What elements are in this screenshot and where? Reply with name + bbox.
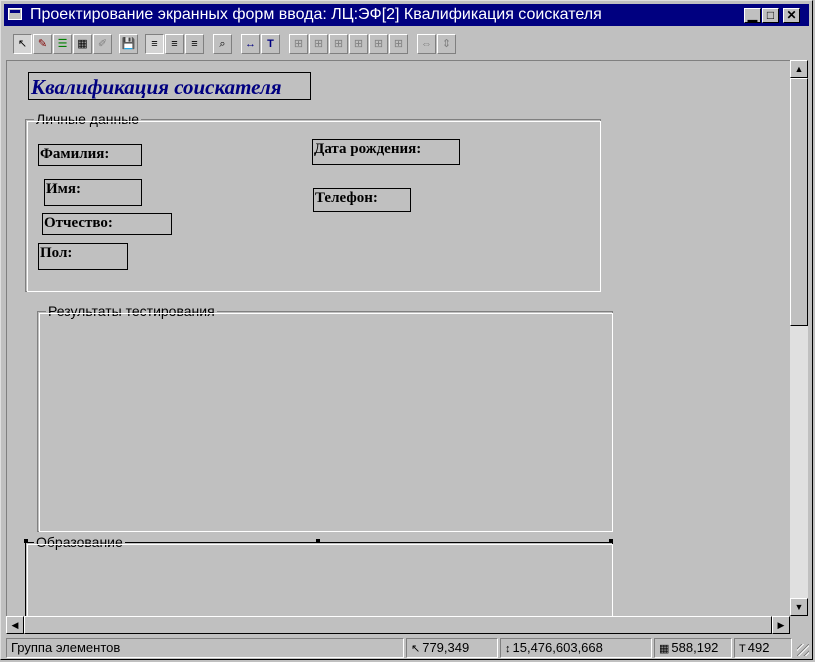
edit-tool-button[interactable]: ✎ (33, 34, 52, 54)
count-pane: T 492 (734, 638, 792, 658)
gender-field[interactable]: Пол: (38, 243, 128, 270)
title-bar[interactable]: Проектирование экранных форм ввода: ЛЦ:Э… (4, 4, 809, 26)
education-legend: Образование (34, 534, 125, 550)
element-count: 492 (747, 640, 770, 655)
toolbar: ↖ ✎ ☰ ▦ ✐ 💾 ≡ ≡ ≡ ⌕ ↔ T ⊞ ⊞ ⊞ ⊞ ⊞ ⊞ ⇔ ⇕ (9, 34, 609, 56)
cursor-icon: ↖ (411, 643, 421, 655)
patronymic-field[interactable]: Отчество: (42, 213, 172, 235)
selection-handle-top-center[interactable] (316, 539, 320, 543)
scrollbar-corner (790, 616, 808, 634)
window-icon[interactable] (8, 8, 22, 20)
text-tool-button[interactable]: T (261, 34, 280, 54)
scroll-down-button[interactable]: ▼ (790, 598, 808, 616)
test-results-legend: Результаты тестирования (46, 303, 217, 319)
size-icon: ▦ (659, 643, 670, 655)
zoom-button[interactable]: ⌕ (213, 34, 232, 54)
align-center-button[interactable]: ≡ (165, 34, 184, 54)
scroll-up-button[interactable]: ▲ (790, 60, 808, 78)
vertical-scroll-thumb[interactable] (790, 78, 808, 326)
vertical-scrollbar[interactable]: ▲ ▼ (790, 60, 808, 616)
designer-window: Проектирование экранных форм ввода: ЛЦ:Э… (0, 0, 813, 660)
width-tool-button[interactable]: ⇔ (417, 34, 436, 54)
selection-bounds: 15,476,603,668 (512, 640, 603, 655)
grid-tool-button[interactable]: ▦ (73, 34, 92, 54)
scroll-left-button[interactable]: ◀ (6, 616, 24, 634)
lastname-field[interactable]: Фамилия: (38, 144, 142, 166)
min-size-button[interactable]: ↔ (241, 34, 260, 54)
design-canvas[interactable]: Квалификация соискателя Личные данные Фа… (6, 60, 791, 617)
size-pane: ▦ 588,192 (654, 638, 732, 658)
horizontal-scroll-thumb[interactable] (24, 616, 772, 634)
align-left-button[interactable]: ≡ (145, 34, 164, 54)
arrange-button-1[interactable]: ⊞ (289, 34, 308, 54)
align-right-button[interactable]: ≡ (185, 34, 204, 54)
bounds-pane: ↕ 15,476,603,668 (500, 638, 652, 658)
bounds-icon: ↕ (505, 643, 511, 655)
selection-handle-top-left[interactable] (24, 539, 28, 543)
height-tool-button[interactable]: ⇕ (437, 34, 456, 54)
selection-size: 588,192 (671, 640, 719, 655)
status-message-text: Группа элементов (11, 640, 121, 655)
arrange-button-3[interactable]: ⊞ (329, 34, 348, 54)
arrange-button-4[interactable]: ⊞ (349, 34, 368, 54)
disabled-tool-button[interactable]: ✐ (93, 34, 112, 54)
minimize-button[interactable]: ▁ (744, 8, 761, 23)
firstname-field[interactable]: Имя: (44, 179, 142, 206)
window-title: Проектирование экранных форм ввода: ЛЦ:Э… (30, 6, 602, 23)
maximize-button[interactable]: □ (762, 8, 779, 23)
personal-data-legend: Личные данные (34, 111, 142, 127)
education-group[interactable]: Образование (25, 535, 613, 617)
pointer-tool-button[interactable]: ↖ (13, 34, 32, 54)
test-results-group[interactable]: Результаты тестирования (37, 304, 613, 532)
horizontal-scrollbar[interactable]: ◀ ▶ (6, 616, 790, 634)
cursor-position: 779,349 (422, 640, 470, 655)
selection-handle-top-right[interactable] (609, 539, 613, 543)
count-icon: T (739, 643, 746, 655)
resize-grip-icon[interactable] (797, 644, 809, 656)
arrange-button-6[interactable]: ⊞ (389, 34, 408, 54)
scroll-right-button[interactable]: ▶ (772, 616, 790, 634)
status-bar: Группа элементов ↖ 779,349 ↕ 15,476,603,66… (4, 638, 811, 658)
phone-field[interactable]: Телефон: (313, 188, 411, 212)
status-message: Группа элементов (6, 638, 404, 658)
list-tool-button[interactable]: ☰ (53, 34, 72, 54)
arrange-button-2[interactable]: ⊞ (309, 34, 328, 54)
form-title[interactable]: Квалификация соискателя (28, 72, 311, 100)
arrange-button-5[interactable]: ⊞ (369, 34, 388, 54)
cursor-position-pane: ↖ 779,349 (406, 638, 498, 658)
save-button[interactable]: 💾 (119, 34, 138, 54)
close-button[interactable]: ✕ (783, 8, 800, 23)
birthdate-field[interactable]: Дата рождения: (312, 139, 460, 165)
